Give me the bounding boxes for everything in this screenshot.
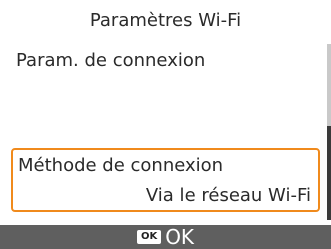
page-title: Paramètres Wi-Fi [89, 10, 242, 31]
ok-action-label[interactable]: OK [165, 226, 194, 248]
connection-method-label: Méthode de connexion [18, 155, 224, 176]
scrollbar-thumb[interactable] [327, 126, 331, 220]
connection-method-value: Via le réseau Wi-Fi [145, 185, 311, 206]
menu-item-connection-params[interactable]: Param. de connexion [16, 48, 205, 74]
menu-item-connection-method[interactable]: Méthode de connexion Via le réseau Wi-Fi [11, 148, 320, 212]
ok-key-icon: OK [136, 230, 162, 244]
footer-bar: OK OK [0, 225, 331, 249]
